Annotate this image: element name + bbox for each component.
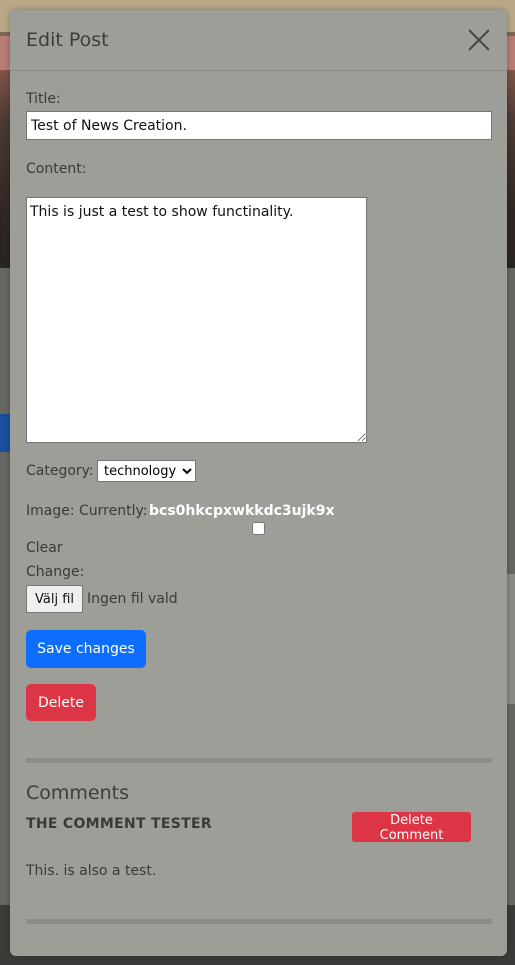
content-label: Content: bbox=[26, 161, 87, 177]
image-label: Image: Currently: bbox=[26, 503, 148, 519]
modal-header: Edit Post bbox=[10, 10, 507, 71]
divider bbox=[26, 758, 492, 763]
modal-title: Edit Post bbox=[26, 29, 109, 51]
delete-comment-button[interactable]: Delete Comment bbox=[352, 812, 471, 843]
close-icon[interactable] bbox=[467, 28, 491, 52]
choose-file-button[interactable]: Välj fil bbox=[26, 585, 83, 613]
comment-author: THE COMMENT TESTER bbox=[26, 816, 212, 832]
delete-post-button[interactable]: Delete bbox=[26, 684, 96, 721]
save-changes-button[interactable]: Save changes bbox=[26, 630, 146, 668]
comments-heading: Comments bbox=[26, 782, 129, 804]
title-label: Title: bbox=[26, 91, 61, 107]
clear-image-checkbox[interactable] bbox=[252, 522, 265, 535]
change-label: Change: bbox=[26, 564, 85, 580]
divider bbox=[26, 919, 492, 924]
category-select[interactable]: technology bbox=[97, 460, 196, 482]
clear-label: Clear bbox=[26, 540, 63, 556]
comment-text: This. is also a test. bbox=[26, 863, 157, 879]
page-edge-box bbox=[507, 574, 515, 704]
edit-post-modal: Edit Post Title: Content: This is just a… bbox=[10, 10, 507, 956]
content-textarea[interactable]: This is just a test to show functinality… bbox=[26, 197, 367, 443]
file-status: Ingen fil vald bbox=[87, 591, 178, 607]
current-image-link[interactable]: bcs0hkcpxwkkdc3ujk9x bbox=[149, 503, 335, 519]
page-edge-button bbox=[0, 414, 10, 452]
category-label: Category: bbox=[26, 463, 94, 479]
title-input[interactable] bbox=[26, 111, 492, 140]
